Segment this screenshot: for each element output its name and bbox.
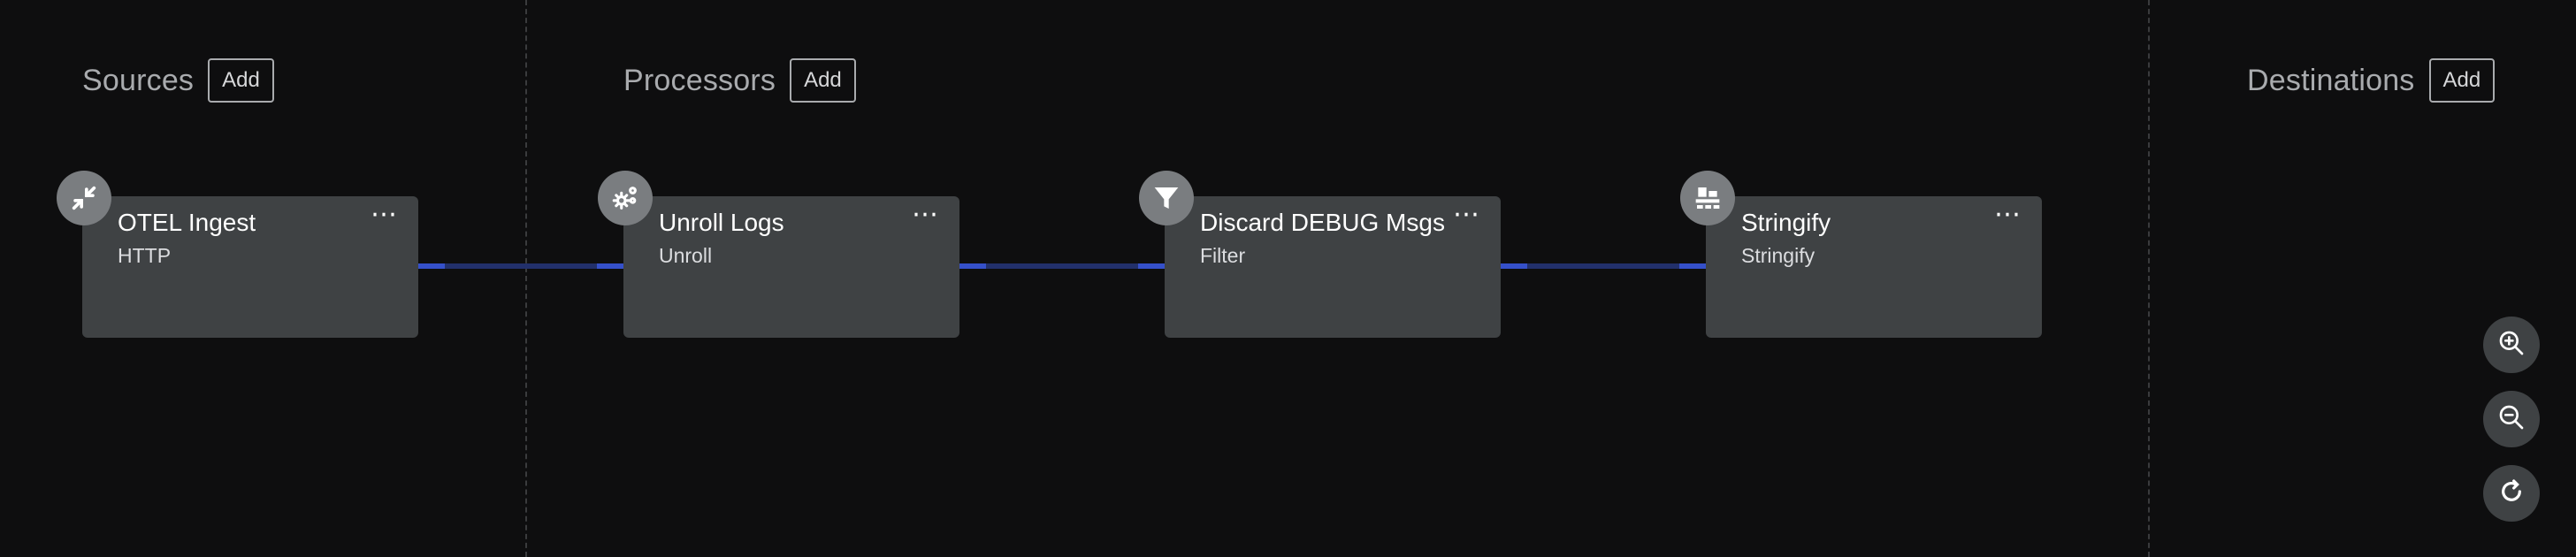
sources-title: Sources <box>82 63 195 97</box>
column-divider <box>525 0 527 557</box>
node-subtitle: HTTP <box>118 244 172 267</box>
node-subtitle: Filter <box>1200 244 1246 267</box>
filter-funnel-icon <box>1139 171 1194 225</box>
zoom-in-button[interactable] <box>2483 317 2540 373</box>
zoom-in-icon <box>2497 329 2526 362</box>
node-menu-button[interactable]: ⋯ <box>362 202 406 237</box>
add-processor-button[interactable]: Add <box>790 58 856 103</box>
node-title: OTEL Ingest <box>118 209 256 236</box>
node-menu-button[interactable]: ⋯ <box>903 202 947 237</box>
destinations-title: Destinations <box>2247 63 2415 97</box>
node-menu-button[interactable]: ⋯ <box>1444 202 1488 237</box>
node-title: Stringify <box>1741 209 1831 236</box>
pipeline-node-stringify[interactable]: Stringify Stringify ⋯ <box>1706 196 2042 338</box>
node-subtitle: Unroll <box>659 244 713 267</box>
node-menu-button[interactable]: ⋯ <box>1985 202 2029 237</box>
pipeline-canvas[interactable]: Sources Add Processors Add Destinations … <box>0 0 2576 557</box>
processors-title: Processors <box>623 63 776 97</box>
node-title: Unroll Logs <box>659 209 784 236</box>
add-destination-button[interactable]: Add <box>2428 58 2496 103</box>
stringify-blocks-icon <box>1680 171 1735 225</box>
pipeline-node-otel-ingest[interactable]: OTEL Ingest HTTP ⋯ <box>82 196 418 338</box>
destinations-header: Destinations Add <box>2247 58 2496 103</box>
compress-arrows-icon <box>57 171 111 225</box>
processors-header: Processors Add <box>623 58 856 103</box>
node-subtitle: Stringify <box>1741 244 1815 267</box>
add-source-button[interactable]: Add <box>208 58 274 103</box>
node-title: Discard DEBUG Msgs <box>1200 209 1445 236</box>
sources-header: Sources Add <box>82 58 274 103</box>
pipeline-edge <box>1501 263 1706 269</box>
pipeline-node-discard-debug[interactable]: Discard DEBUG Msgs Filter ⋯ <box>1165 196 1501 338</box>
column-divider <box>2148 0 2150 557</box>
gears-icon <box>598 171 653 225</box>
pipeline-node-unroll-logs[interactable]: Unroll Logs Unroll ⋯ <box>623 196 959 338</box>
zoom-out-icon <box>2497 403 2526 436</box>
zoom-out-button[interactable] <box>2483 391 2540 447</box>
pipeline-edge <box>418 263 623 269</box>
pipeline-edge <box>959 263 1165 269</box>
refresh-icon <box>2497 477 2526 510</box>
reset-view-button[interactable] <box>2483 465 2540 522</box>
